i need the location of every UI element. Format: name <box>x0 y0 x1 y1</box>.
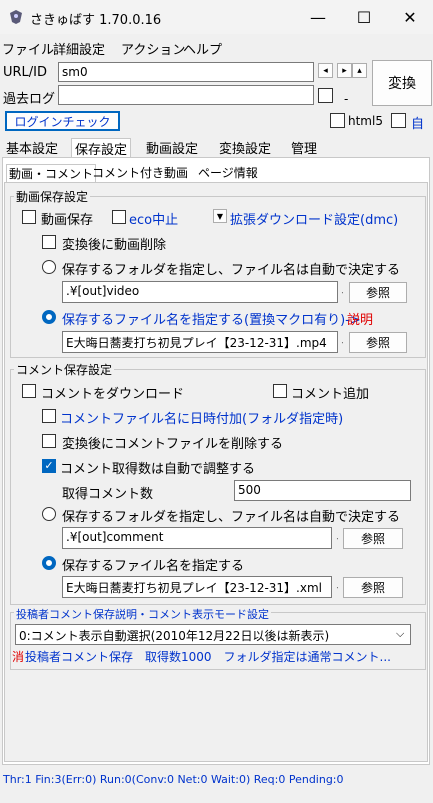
pastlog-checkbox[interactable] <box>318 88 333 103</box>
pastlog-input[interactable] <box>58 85 314 105</box>
comment-folder-input[interactable]: .¥[out]comment <box>62 527 332 549</box>
eco-stop-label: eco中止 <box>129 213 179 228</box>
add-comment-checkbox[interactable] <box>273 384 287 398</box>
video-folder-dots: ॱ <box>341 291 344 301</box>
comment-count-label: 取得コメント数 <box>62 487 154 502</box>
auto-checkbox[interactable] <box>391 113 406 128</box>
comment-count-input[interactable]: 500 <box>234 480 411 501</box>
tab-manage[interactable]: 管理 <box>288 138 320 157</box>
menu-advanced[interactable]: 詳細設定 <box>53 39 105 58</box>
comment-folder-dots: ॱ <box>336 537 339 547</box>
auto-label: 自 <box>411 117 425 132</box>
add-comment-label: コメント追加 <box>291 387 370 402</box>
comment-file-browse-button[interactable]: 参照 <box>343 577 403 598</box>
tab-save[interactable]: 保存設定 <box>71 138 132 158</box>
tab-convert[interactable]: 変換設定 <box>216 138 274 157</box>
dropdown-arrow-icon[interactable]: ▼ <box>213 209 227 223</box>
datetime-checkbox[interactable] <box>42 409 56 423</box>
comment-folder-label: 保存するフォルダを指定し、ファイル名は自動で決定する <box>62 510 401 525</box>
pastlog-label: 過去ログ <box>3 92 56 107</box>
pastlog-suffix: - <box>344 92 349 106</box>
delete-comment-label: 変換後にコメントファイルを削除する <box>62 437 284 452</box>
save-video-label: 動画保存 <box>41 213 94 228</box>
convert-button[interactable]: 変換 <box>372 60 432 106</box>
maximize-button[interactable]: ☐ <box>341 0 387 34</box>
comment-file-label: 保存するファイル名を指定する <box>62 559 245 574</box>
menu-action[interactable]: アクション <box>121 39 185 58</box>
video-folder-input[interactable]: .¥[out]video <box>62 281 338 303</box>
chevron-down-icon: ⌵ <box>396 627 405 640</box>
urlid-label: URL/ID <box>3 65 48 80</box>
tab-basic[interactable]: 基本設定 <box>3 138 61 157</box>
subtab-page-info[interactable]: ページ情報 <box>196 164 260 182</box>
status-bar: Thr:1 Fin:3(Err:0) Run:0(Conv:0 Net:0 Wa… <box>3 773 344 786</box>
app-icon <box>10 10 22 24</box>
video-file-label: 保存するファイル名を指定する(置換マクロ有り)-> <box>62 313 361 328</box>
video-file-input[interactable]: E大晦日蕎麦打ち初見プレイ【23-12-31】.mp4 <box>62 331 338 353</box>
close-button[interactable]: ✕ <box>387 0 433 34</box>
up-arrow-button[interactable]: ▴ <box>352 63 367 78</box>
download-comment-checkbox[interactable] <box>22 384 36 398</box>
html5-checkbox[interactable] <box>330 113 345 128</box>
video-folder-radio[interactable] <box>42 260 56 274</box>
eco-stop-checkbox[interactable] <box>112 210 126 224</box>
window-title: さきゅばす 1.70.0.16 <box>30 13 162 28</box>
html5-label: html5 <box>348 114 383 128</box>
video-file-dots: ॱ <box>341 341 344 351</box>
delete-video-label: 変換後に動画削除 <box>62 238 167 253</box>
explain-link[interactable]: 説明 <box>347 309 373 328</box>
video-save-group-label: 動画保存設定 <box>14 188 91 205</box>
next-arrow-button[interactable]: ▸ <box>337 63 352 78</box>
poster-comment-group-label: 投稿者コメント保存説明・コメント表示モード設定 <box>14 606 271 622</box>
auto-adjust-checkbox[interactable]: ✓ <box>42 459 56 473</box>
subtab-video-comment[interactable]: 動画・コメント <box>6 164 97 183</box>
urlid-input[interactable]: sm0 <box>58 62 314 82</box>
title-bar: さきゅばす 1.70.0.16 — ☐ ✕ <box>0 0 433 34</box>
video-folder-label: 保存するフォルダを指定し、ファイル名は自動で決定する <box>62 263 401 278</box>
login-check-button[interactable]: ログインチェック <box>5 111 120 131</box>
download-comment-label: コメントをダウンロード <box>41 387 185 402</box>
comment-save-group-label: コメント保存設定 <box>14 361 115 378</box>
comment-file-input[interactable]: E大晦日蕎麦打ち初見プレイ【23-12-31】.xml <box>62 576 332 598</box>
tab-video[interactable]: 動画設定 <box>143 138 201 157</box>
video-file-browse-button[interactable]: 参照 <box>349 332 407 353</box>
prev-arrow-button[interactable]: ◂ <box>318 63 333 78</box>
delete-video-checkbox[interactable] <box>42 235 56 249</box>
poster-info-red: 消 <box>12 650 25 664</box>
subtab-commented-video[interactable]: コメント付き動画 <box>90 164 190 182</box>
poster-info-text: 投稿者コメント保存 取得数1000 フォルダ指定は通常コメント... <box>25 650 391 664</box>
menu-bar: ファイル 詳細設定 アクション ヘルプ <box>0 36 433 58</box>
auto-adjust-label: コメント取得数は自動で調整する <box>60 462 256 477</box>
video-folder-browse-button[interactable]: 参照 <box>349 282 407 303</box>
menu-file[interactable]: ファイル <box>2 39 54 58</box>
minimize-button[interactable]: — <box>295 0 341 34</box>
menu-help[interactable]: ヘルプ <box>183 39 222 58</box>
display-mode-select[interactable]: 0:コメント表示自動選択(2010年12月22日以後は新表示) <box>15 624 411 645</box>
comment-folder-browse-button[interactable]: 参照 <box>343 528 403 549</box>
datetime-label: コメントファイル名に日時付加(フォルダ指定時) <box>60 412 344 427</box>
comment-file-dots: ॱ <box>336 586 339 596</box>
save-video-checkbox[interactable] <box>22 210 36 224</box>
delete-comment-checkbox[interactable] <box>42 434 56 448</box>
video-file-radio[interactable] <box>42 310 56 324</box>
extended-download-link[interactable]: 拡張ダウンロード設定(dmc) <box>230 209 398 228</box>
comment-folder-radio[interactable] <box>42 507 56 521</box>
comment-file-radio[interactable] <box>42 556 56 570</box>
display-mode-value: 0:コメント表示自動選択(2010年12月22日以後は新表示) <box>19 629 330 643</box>
